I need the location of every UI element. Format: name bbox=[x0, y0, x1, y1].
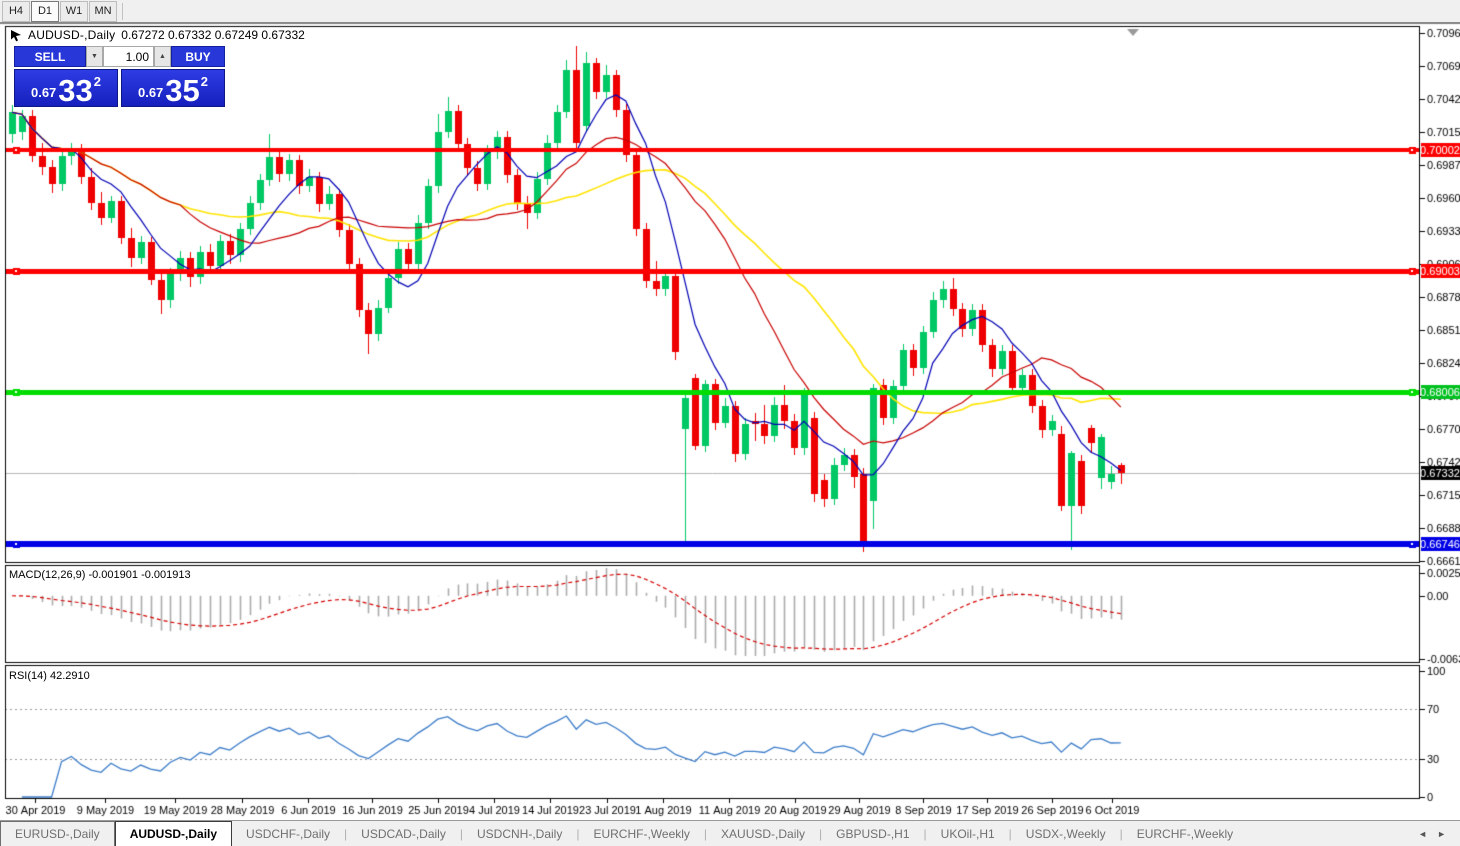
chart-tab-usdcnh-daily[interactable]: USDCNH-,Daily bbox=[463, 821, 576, 846]
price-chart-canvas[interactable] bbox=[0, 0, 1460, 846]
volume-increment-button[interactable]: ▲ bbox=[154, 46, 171, 67]
tabs-scroll-right-icon[interactable]: ► bbox=[1437, 829, 1446, 839]
sell-price-button[interactable]: 0.67 33 2 bbox=[14, 69, 118, 107]
timeframe-w1-button[interactable]: W1 bbox=[60, 0, 88, 22]
sell-price-pip: 2 bbox=[93, 74, 102, 89]
chart-tab-ukoil-h1[interactable]: UKOil-,H1 bbox=[927, 821, 1009, 846]
timeframe-toolbar: H4 D1 W1 MN bbox=[0, 0, 1460, 23]
chart-tab-usdx-weekly[interactable]: USDX-,Weekly bbox=[1012, 821, 1120, 846]
sell-button[interactable]: SELL bbox=[14, 46, 86, 67]
volume-decrement-button[interactable]: ▼ bbox=[86, 46, 103, 67]
timeframe-mn-button[interactable]: MN bbox=[89, 0, 117, 22]
chart-tab-eurchf-weekly[interactable]: EURCHF-,Weekly bbox=[1123, 821, 1247, 846]
chart-ohlc-values: 0.67272 0.67332 0.67249 0.67332 bbox=[121, 28, 305, 42]
toolbar-separator bbox=[122, 2, 123, 20]
chart-tab-gbpusd-h1[interactable]: GBPUSD-,H1 bbox=[822, 821, 923, 846]
chart-tab-usdcad-daily[interactable]: USDCAD-,Daily bbox=[347, 821, 460, 846]
buy-price-big: 35 bbox=[165, 72, 200, 108]
macd-indicator-label: MACD(12,26,9) -0.001901 -0.001913 bbox=[9, 569, 191, 581]
timeframe-h4-button[interactable]: H4 bbox=[2, 0, 30, 22]
rsi-indicator-label: RSI(14) 42.2910 bbox=[9, 670, 90, 682]
buy-price-prefix: 0.67 bbox=[137, 85, 164, 100]
sell-price-prefix: 0.67 bbox=[30, 85, 57, 100]
tabs-scroll-nav: ◄ ► bbox=[1418, 821, 1460, 846]
chart-tabs: EURUSD-,Daily AUDUSD-,Daily USDCHF-,Daily |… bbox=[0, 821, 1247, 846]
one-click-trading-panel: SELL ▼ ▲ BUY 0.67 33 2 0.67 35 2 bbox=[14, 46, 225, 107]
chart-tabs-bar: EURUSD-,Daily AUDUSD-,Daily USDCHF-,Daily |… bbox=[0, 820, 1460, 846]
buy-button[interactable]: BUY bbox=[171, 46, 225, 67]
chart-tab-xauusd-daily[interactable]: XAUUSD-,Daily bbox=[707, 821, 819, 846]
chart-tab-usdchf-daily[interactable]: USDCHF-,Daily bbox=[232, 821, 344, 846]
chart-tab-eurchf-weekly[interactable]: EURCHF-,Weekly bbox=[579, 821, 703, 846]
sell-price-big: 33 bbox=[58, 72, 93, 108]
chart-title: AUDUSD-,Daily 0.67272 0.67332 0.67249 0.… bbox=[10, 28, 305, 42]
buy-price-button[interactable]: 0.67 35 2 bbox=[121, 69, 225, 107]
cursor-arrow-icon bbox=[11, 29, 21, 41]
timeframe-d1-button[interactable]: D1 bbox=[31, 0, 59, 22]
volume-input[interactable] bbox=[103, 46, 154, 67]
chart-tab-eurusd-daily[interactable]: EURUSD-,Daily bbox=[0, 821, 115, 846]
chart-symbol-label: AUDUSD-,Daily bbox=[28, 28, 116, 42]
buy-price-pip: 2 bbox=[200, 74, 209, 89]
chart-tab-audusd-daily[interactable]: AUDUSD-,Daily bbox=[114, 821, 233, 846]
tabs-scroll-left-icon[interactable]: ◄ bbox=[1418, 829, 1427, 839]
